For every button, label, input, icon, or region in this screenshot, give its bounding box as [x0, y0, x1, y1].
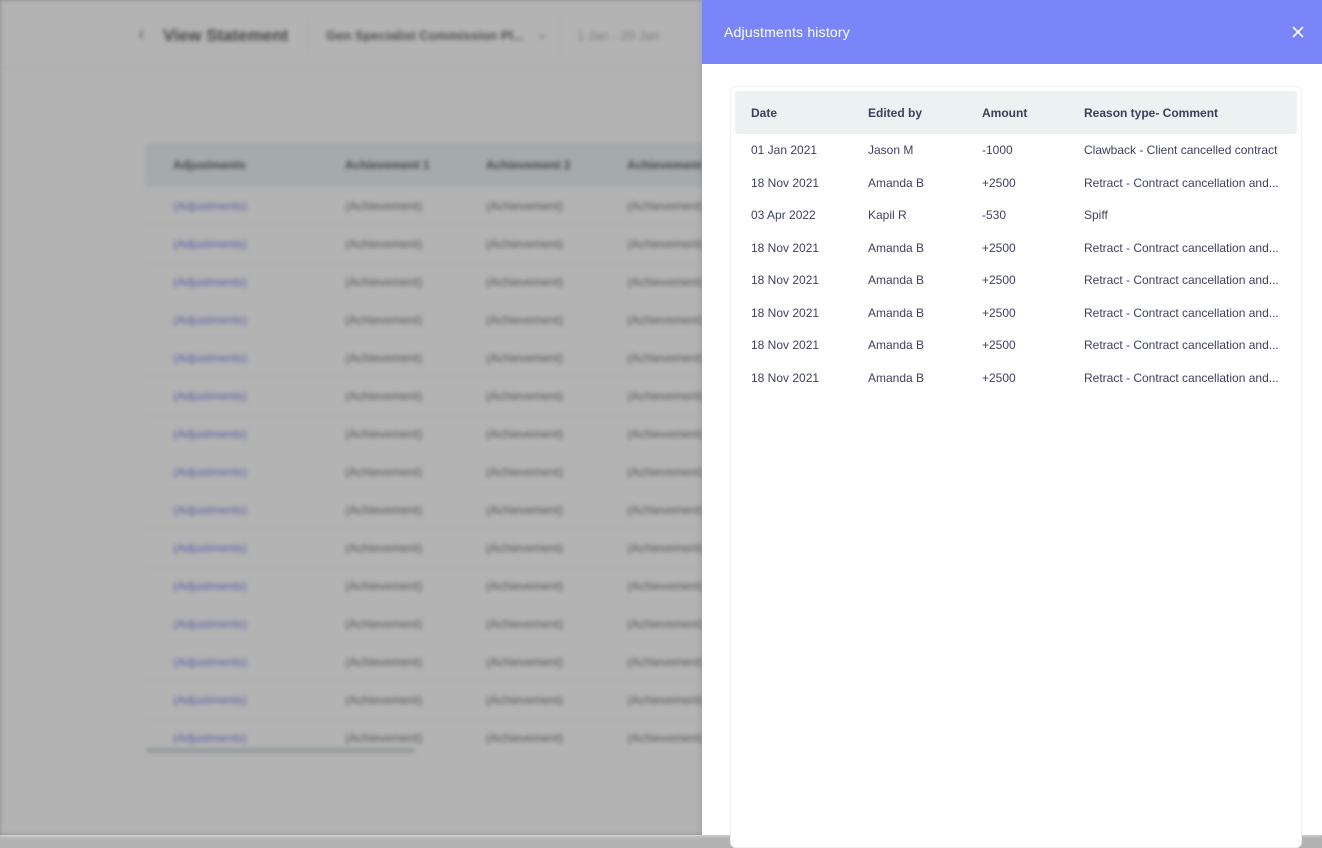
- amount-cell: +2500: [982, 370, 1016, 385]
- drawer-header: Adjustments history: [702, 0, 1322, 64]
- amount-cell: +2500: [982, 338, 1016, 352]
- amount-cell: +2500: [982, 273, 1016, 287]
- adjustment-history-row: 18 Nov 2021 Amanda B +2500 Retract - Contra…: [731, 272, 1301, 304]
- edited-by-cell: Amanda B: [868, 305, 925, 320]
- date-cell: 18 Nov 2021: [751, 338, 820, 352]
- date-cell: 01 Jan 2021: [751, 143, 818, 157]
- reason-cell: Retract - Contract cancellation and...: [1084, 273, 1279, 287]
- edited-by-cell: Jason M: [868, 143, 914, 157]
- close-button[interactable]: [1286, 20, 1310, 44]
- amount-cell: +2500: [982, 305, 1016, 320]
- edited-by-cell: Amanda B: [868, 338, 925, 352]
- adjustment-history-row: 18 Nov 2021 Amanda B +2500 Retract - Contra…: [731, 305, 1301, 337]
- column-header-date[interactable]: Date: [751, 106, 777, 120]
- edited-by-cell: Amanda B: [868, 240, 925, 255]
- edited-by-cell: Kapil R: [868, 208, 907, 222]
- amount-cell: -1000: [982, 143, 1013, 157]
- date-cell: 18 Nov 2021: [751, 240, 820, 255]
- edited-by-cell: Amanda B: [868, 175, 925, 190]
- reason-cell: Spiff: [1084, 208, 1108, 222]
- date-cell: 18 Nov 2021: [751, 175, 820, 190]
- adjustments-table-header: Date Edited by Amount Reason type- Comme…: [735, 91, 1297, 134]
- adjustment-history-row: 18 Nov 2021 Amanda B +2500 Retract - Contra…: [731, 370, 1301, 402]
- adjustment-history-row: 01 Jan 2021 Jason M -1000 Clawback - Client…: [731, 142, 1301, 174]
- date-cell: 18 Nov 2021: [751, 305, 820, 320]
- adjustment-history-row: 18 Nov 2021 Amanda B +2500 Retract - Contra…: [731, 337, 1301, 369]
- close-icon: [1292, 26, 1304, 38]
- date-cell: 03 Apr 2022: [751, 208, 816, 222]
- drawer-title: Adjustments history: [724, 24, 850, 40]
- reason-cell: Retract - Contract cancellation and...: [1084, 338, 1279, 352]
- amount-cell: +2500: [982, 175, 1016, 190]
- date-cell: 18 Nov 2021: [751, 370, 820, 385]
- adjustment-history-row: 03 Apr 2022 Kapil R -530 Spiff: [731, 207, 1301, 239]
- date-cell: 18 Nov 2021: [751, 273, 820, 287]
- reason-cell: Retract - Contract cancellation and...: [1084, 370, 1279, 385]
- reason-cell: Retract - Contract cancellation and...: [1084, 175, 1279, 190]
- adjustments-history-drawer: Adjustments history Date Edited by Amoun…: [702, 0, 1322, 848]
- amount-cell: -530: [982, 208, 1007, 222]
- amount-cell: +2500: [982, 240, 1016, 255]
- edited-by-cell: Amanda B: [868, 273, 925, 287]
- adjustments-table-card: Date Edited by Amount Reason type- Comme…: [730, 86, 1302, 848]
- adjustment-history-row: 18 Nov 2021 Amanda B +2500 Retract - Contra…: [731, 175, 1301, 207]
- edited-by-cell: Amanda B: [868, 370, 925, 385]
- reason-cell: Retract - Contract cancellation and...: [1084, 240, 1279, 255]
- reason-cell: Clawback - Client cancelled contract: [1084, 143, 1278, 157]
- reason-cell: Retract - Contract cancellation and...: [1084, 305, 1279, 320]
- column-header-edited-by[interactable]: Edited by: [868, 106, 922, 120]
- column-header-amount[interactable]: Amount: [982, 106, 1027, 120]
- adjustment-history-row: 18 Nov 2021 Amanda B +2500 Retract - Contra…: [731, 240, 1301, 272]
- column-header-reason[interactable]: Reason type- Comment: [1084, 106, 1218, 120]
